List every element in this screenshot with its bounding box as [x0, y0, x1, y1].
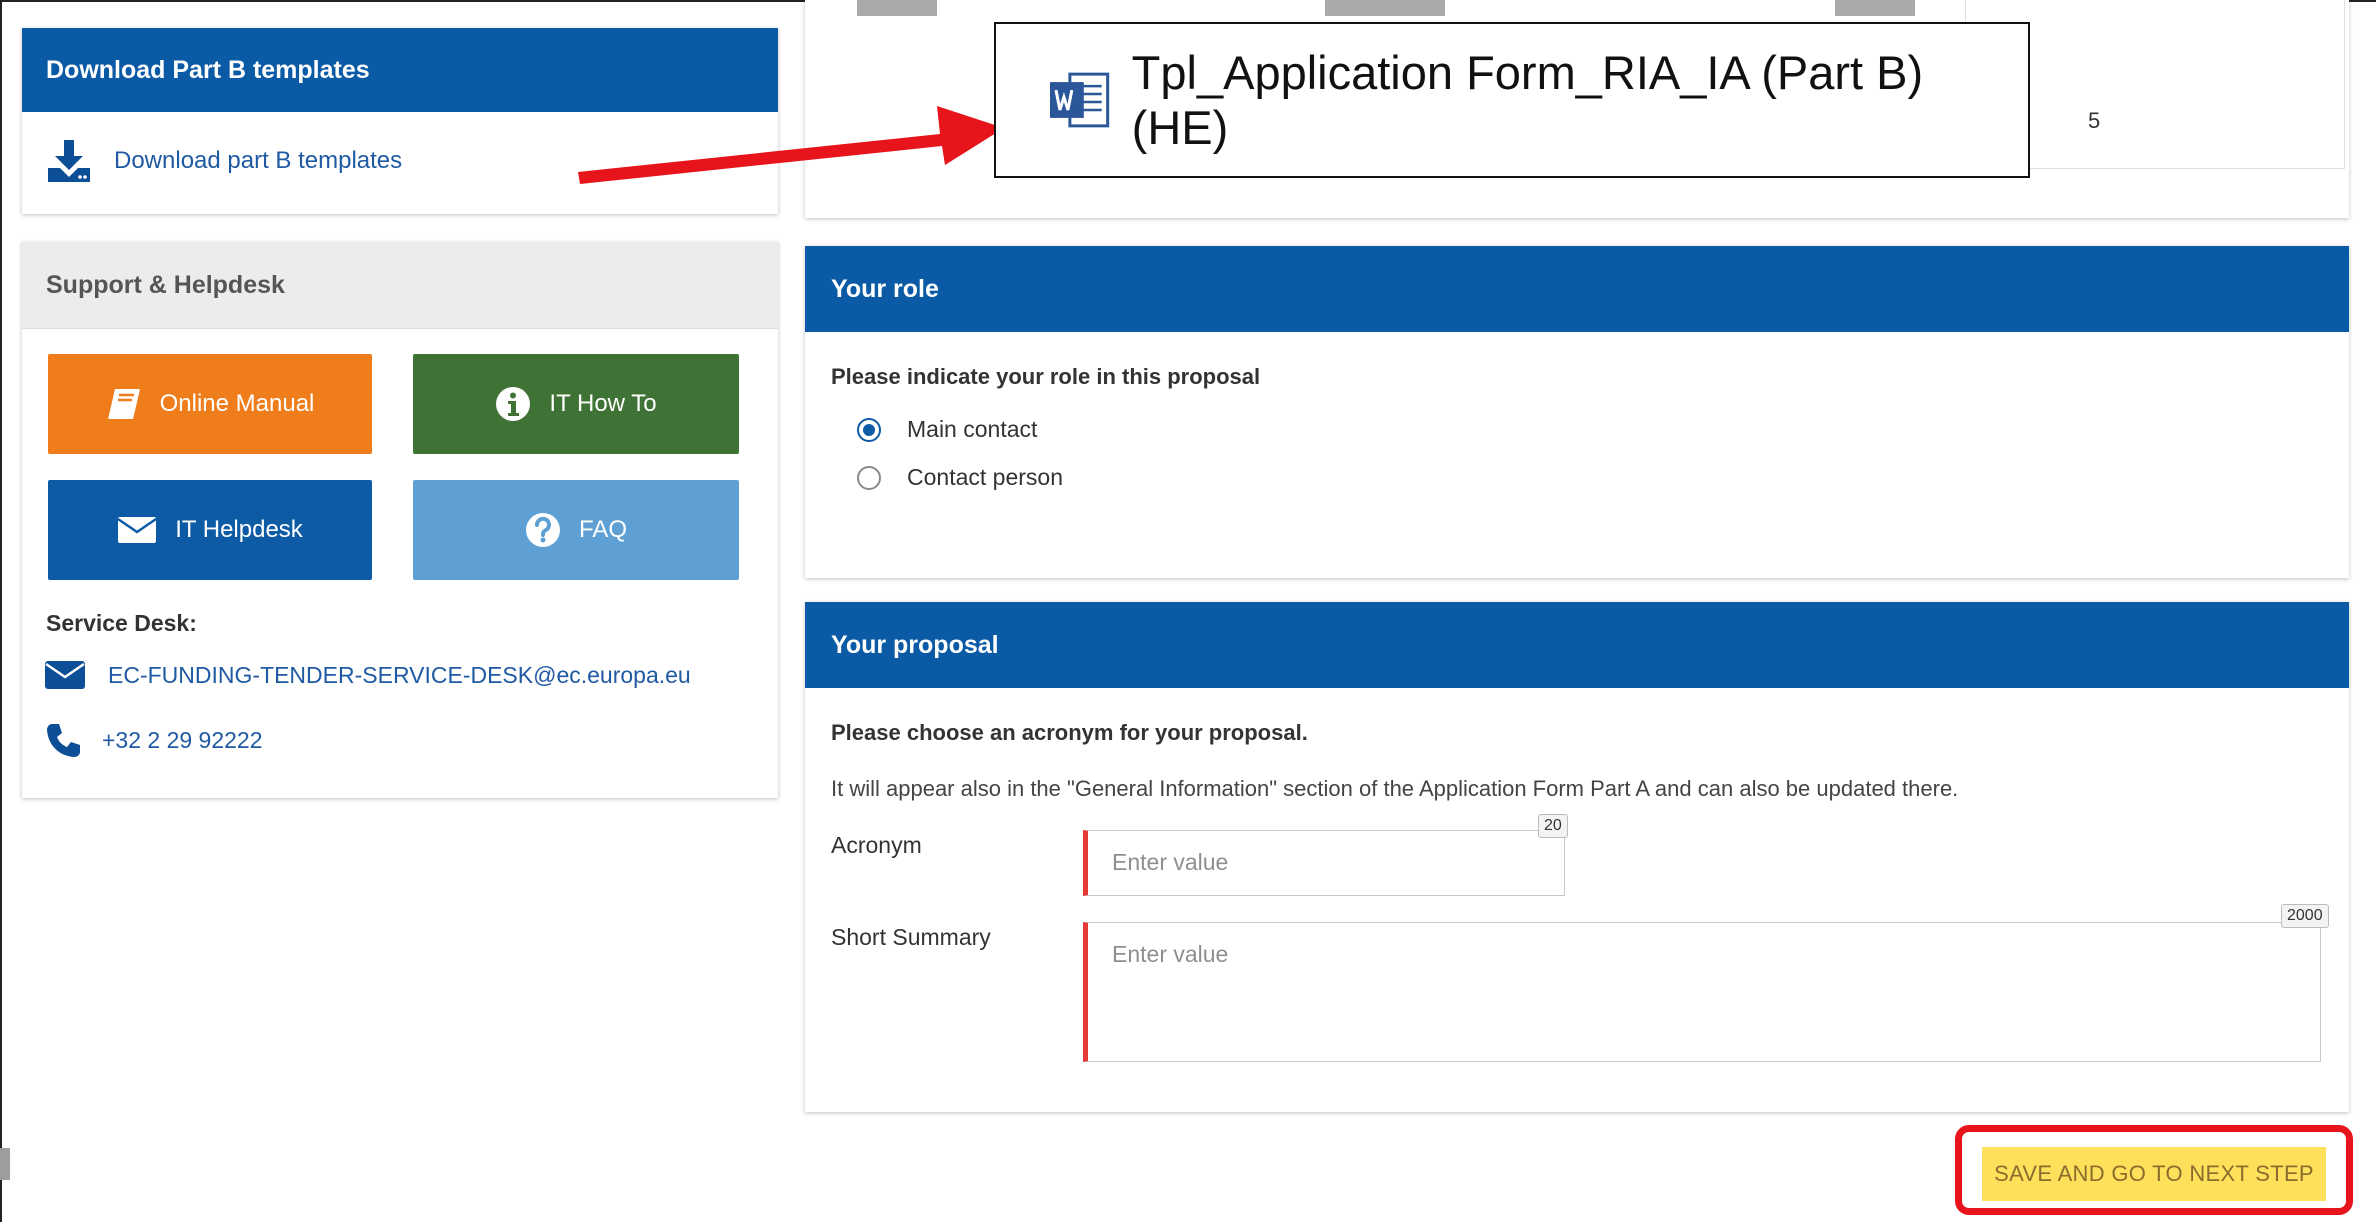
service-desk-email-link[interactable]: EC-FUNDING-TENDER-SERVICE-DESK@ec.europa…	[108, 662, 691, 689]
template-file-name: Tpl_Application Form_RIA_IA (Part B) (HE…	[1131, 46, 1924, 154]
cut-text-fragment	[1325, 0, 1445, 16]
role-option-main-contact[interactable]: Main contact	[857, 416, 1037, 443]
template-file-callout: Tpl_Application Form_RIA_IA (Part B) (HE…	[994, 22, 2030, 178]
your-proposal-section: Your proposal Please choose an acronym f…	[805, 602, 2349, 1112]
envelope-icon	[117, 517, 157, 543]
it-how-to-button[interactable]: IT How To	[413, 354, 739, 454]
cut-text-fragment	[1835, 0, 1915, 16]
download-templates-card: Download Part B templates Download part …	[22, 28, 778, 214]
short-summary-textarea[interactable]: Enter value	[1083, 922, 2321, 1062]
download-icon	[48, 140, 90, 182]
info-circle-icon	[496, 387, 531, 421]
your-proposal-title: Your proposal	[805, 602, 2349, 688]
short-summary-placeholder: Enter value	[1112, 941, 1229, 967]
word-document-icon	[1049, 72, 1110, 128]
acronym-helper-text: It will appear also in the "General Info…	[831, 776, 1959, 801]
download-templates-link-row[interactable]: Download part B templates	[46, 136, 402, 186]
save-button-highlight: SAVE AND GO TO NEXT STEP	[1955, 1125, 2353, 1215]
cut-text-fragment	[857, 0, 937, 16]
radio-main-contact[interactable]	[857, 417, 881, 442]
book-icon	[107, 389, 140, 419]
radio-contact-person-label: Contact person	[907, 464, 1063, 490]
it-how-to-label: IT How To	[549, 390, 657, 417]
short-summary-char-counter: 2000	[2281, 904, 2329, 928]
online-manual-label: Online Manual	[159, 390, 315, 417]
acronym-placeholder: Enter value	[1112, 849, 1229, 875]
download-templates-title: Download Part B templates	[22, 28, 778, 112]
partial-digit: 5	[2088, 108, 2101, 133]
acronym-question: Please choose an acronym for your propos…	[831, 720, 1308, 745]
phone-icon	[47, 724, 80, 757]
role-option-contact-person[interactable]: Contact person	[857, 464, 1063, 491]
window-left-border	[0, 0, 2, 1222]
service-desk-label: Service Desk:	[46, 610, 197, 636]
role-question: Please indicate your role in this propos…	[831, 364, 1261, 389]
radio-main-contact-label: Main contact	[907, 416, 1038, 442]
service-desk-email-row[interactable]: EC-FUNDING-TENDER-SERVICE-DESK@ec.europa…	[44, 660, 691, 690]
radio-contact-person[interactable]	[857, 465, 881, 490]
acronym-char-counter: 20	[1538, 814, 1568, 838]
service-desk-phone-row[interactable]: +32 2 29 92222	[44, 722, 263, 758]
acronym-input[interactable]: Enter value	[1083, 830, 1565, 896]
it-helpdesk-label: IT Helpdesk	[175, 516, 303, 543]
acronym-label: Acronym	[831, 832, 922, 858]
short-summary-label: Short Summary	[831, 924, 991, 950]
it-helpdesk-button[interactable]: IT Helpdesk	[48, 480, 372, 580]
support-helpdesk-card: Support & Helpdesk Online Manual IT How …	[22, 242, 778, 798]
left-edge-mark	[0, 1148, 10, 1180]
support-helpdesk-title: Support & Helpdesk	[22, 242, 778, 329]
question-circle-icon	[525, 513, 560, 547]
download-templates-link[interactable]: Download part B templates	[114, 147, 402, 175]
envelope-icon	[45, 661, 85, 689]
save-and-next-button[interactable]: SAVE AND GO TO NEXT STEP	[1982, 1147, 2326, 1201]
service-desk-phone-link[interactable]: +32 2 29 92222	[102, 727, 263, 754]
online-manual-button[interactable]: Online Manual	[48, 354, 372, 454]
your-role-section: Your role Please indicate your role in t…	[805, 246, 2349, 578]
faq-label: FAQ	[578, 516, 627, 543]
your-role-title: Your role	[805, 246, 2349, 332]
faq-button[interactable]: FAQ	[413, 480, 739, 580]
